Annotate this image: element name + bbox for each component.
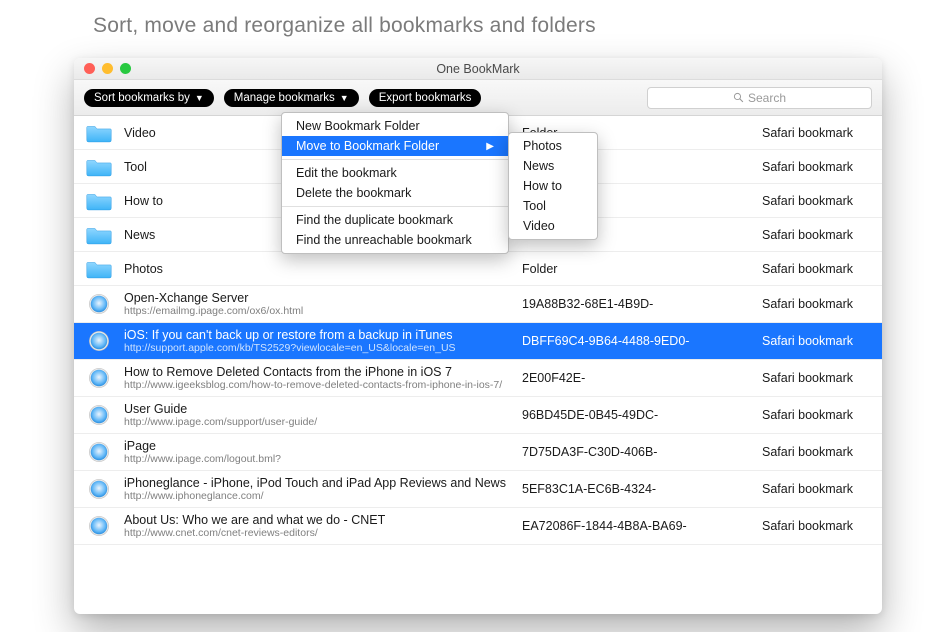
manage-menu: New Bookmark Folder Move to Bookmark Fold… <box>281 112 509 254</box>
titlebar: One BookMark <box>74 58 882 80</box>
bookmark-row[interactable]: iOS: If you can't back up or restore fro… <box>74 323 882 360</box>
menu-item[interactable]: Delete the bookmark <box>282 183 508 203</box>
safari-icon <box>84 515 114 537</box>
folder-icon <box>84 157 114 177</box>
source-label: Safari bookmark <box>762 408 872 422</box>
menu-item-label: Delete the bookmark <box>296 186 411 200</box>
folder-icon <box>84 123 114 143</box>
bookmark-title: Open-Xchange Server <box>124 291 512 305</box>
bookmark-id: EA72086F-1844-4B8A-BA69- <box>522 519 752 533</box>
source-label: Safari bookmark <box>762 297 872 311</box>
submenu-item[interactable]: How to <box>509 176 597 196</box>
source-label: Safari bookmark <box>762 334 872 348</box>
source-label: Safari bookmark <box>762 262 872 276</box>
bookmark-url: http://www.cnet.com/cnet-reviews-editors… <box>124 527 512 539</box>
source-label: Safari bookmark <box>762 445 872 459</box>
menu-item-label: Move to Bookmark Folder <box>296 139 439 153</box>
menu-item-label: Find the duplicate bookmark <box>296 213 453 227</box>
bookmark-title: iPhoneglance - iPhone, iPod Touch and iP… <box>124 476 512 490</box>
bookmark-title: User Guide <box>124 402 512 416</box>
submenu-item-label: Photos <box>523 139 562 153</box>
submenu-item-label: News <box>523 159 554 173</box>
source-label: Safari bookmark <box>762 482 872 496</box>
sort-label: Sort bookmarks by <box>94 92 190 104</box>
sort-button[interactable]: Sort bookmarks by ▼ <box>84 89 214 107</box>
source-label: Safari bookmark <box>762 126 872 140</box>
submenu-item[interactable]: Photos <box>509 136 597 156</box>
bookmark-row[interactable]: User Guidehttp://www.ipage.com/support/u… <box>74 397 882 434</box>
submenu-item[interactable]: Tool <box>509 196 597 216</box>
menu-item-label: New Bookmark Folder <box>296 119 420 133</box>
source-label: Safari bookmark <box>762 371 872 385</box>
menu-item[interactable]: Find the unreachable bookmark <box>282 230 508 250</box>
search-icon <box>733 92 744 103</box>
bookmark-title: About Us: Who we are and what we do - CN… <box>124 513 512 527</box>
submenu-item-label: Tool <box>523 199 546 213</box>
source-label: Safari bookmark <box>762 228 872 242</box>
folder-icon <box>84 259 114 279</box>
chevron-down-icon: ▼ <box>340 93 349 103</box>
bookmark-url: https://emailmg.ipage.com/ox6/ox.html <box>124 305 512 317</box>
menu-item-label: Edit the bookmark <box>296 166 397 180</box>
move-submenu: Photos News How to Tool Video <box>508 132 598 240</box>
bookmark-title: iPage <box>124 439 512 453</box>
bookmark-id: 2E00F42E- <box>522 371 752 385</box>
export-label: Export bookmarks <box>379 92 472 104</box>
bookmark-url: http://support.apple.com/kb/TS2529?viewl… <box>124 342 512 354</box>
search-placeholder: Search <box>748 91 786 105</box>
menu-item[interactable]: New Bookmark Folder <box>282 116 508 136</box>
manage-button[interactable]: Manage bookmarks ▼ <box>224 89 359 107</box>
safari-icon <box>84 441 114 463</box>
manage-label: Manage bookmarks <box>234 92 335 104</box>
menu-item[interactable]: Edit the bookmark <box>282 163 508 183</box>
bookmark-url: http://www.ipage.com/logout.bml? <box>124 453 512 465</box>
source-label: Safari bookmark <box>762 160 872 174</box>
bookmark-title: iOS: If you can't back up or restore fro… <box>124 328 512 342</box>
bookmark-url: http://www.ipage.com/support/user-guide/ <box>124 416 512 428</box>
bookmark-id: 19A88B32-68E1-4B9D- <box>522 297 752 311</box>
bookmark-row[interactable]: How to Remove Deleted Contacts from the … <box>74 360 882 397</box>
toolbar: Sort bookmarks by ▼ Manage bookmarks ▼ E… <box>74 80 882 116</box>
bookmark-id: 96BD45DE-0B45-49DC- <box>522 408 752 422</box>
kind-label: Folder <box>522 262 752 276</box>
bookmark-url: http://www.igeeksblog.com/how-to-remove-… <box>124 379 512 391</box>
bookmark-title: How to Remove Deleted Contacts from the … <box>124 365 512 379</box>
safari-icon <box>84 293 114 315</box>
submenu-item-label: How to <box>523 179 562 193</box>
menu-item[interactable]: Move to Bookmark Folder ▶ <box>282 136 508 156</box>
bookmark-id: 5EF83C1A-EC6B-4324- <box>522 482 752 496</box>
page-heading: Sort, move and reorganize all bookmarks … <box>93 14 596 38</box>
window-title: One BookMark <box>74 62 882 76</box>
source-label: Safari bookmark <box>762 194 872 208</box>
app-window: One BookMark Sort bookmarks by ▼ Manage … <box>74 58 882 614</box>
menu-separator <box>282 206 508 207</box>
menu-separator <box>282 159 508 160</box>
folder-icon <box>84 191 114 211</box>
menu-item[interactable]: Find the duplicate bookmark <box>282 210 508 230</box>
bookmark-row[interactable]: iPagehttp://www.ipage.com/logout.bml? 7D7… <box>74 434 882 471</box>
submenu-item[interactable]: News <box>509 156 597 176</box>
bookmark-url: http://www.iphoneglance.com/ <box>124 490 512 502</box>
bookmark-id: DBFF69C4-9B64-4488-9ED0- <box>522 334 752 348</box>
folder-name: Photos <box>124 262 512 276</box>
bookmark-row[interactable]: iPhoneglance - iPhone, iPod Touch and iP… <box>74 471 882 508</box>
submenu-arrow-icon: ▶ <box>486 141 494 152</box>
safari-icon <box>84 478 114 500</box>
search-input[interactable]: Search <box>647 87 872 109</box>
safari-icon <box>84 330 114 352</box>
safari-icon <box>84 367 114 389</box>
bookmark-id: 7D75DA3F-C30D-406B- <box>522 445 752 459</box>
bookmark-row[interactable]: About Us: Who we are and what we do - CN… <box>74 508 882 545</box>
menu-item-label: Find the unreachable bookmark <box>296 233 472 247</box>
bookmark-row[interactable]: Open-Xchange Serverhttps://emailmg.ipage… <box>74 286 882 323</box>
folder-icon <box>84 225 114 245</box>
source-label: Safari bookmark <box>762 519 872 533</box>
safari-icon <box>84 404 114 426</box>
submenu-item-label: Video <box>523 219 555 233</box>
chevron-down-icon: ▼ <box>195 93 204 103</box>
folder-row[interactable]: Photos Folder Safari bookmark <box>74 252 882 286</box>
submenu-item[interactable]: Video <box>509 216 597 236</box>
export-button[interactable]: Export bookmarks <box>369 89 482 107</box>
